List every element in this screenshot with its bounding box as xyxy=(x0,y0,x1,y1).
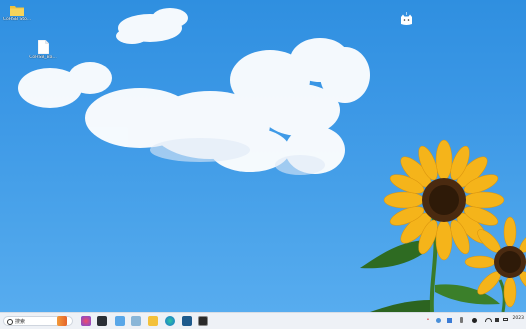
search-placeholder: 搜索 xyxy=(15,319,26,325)
desktop-icon-label: CoHSB Sto... xyxy=(2,17,32,22)
taskbar-snipping-icon[interactable] xyxy=(131,316,141,326)
search-icon xyxy=(7,319,13,325)
desktop-file-shortcut[interactable]: CoHSB_Ba... xyxy=(26,40,60,60)
tray-cloud-icon[interactable] xyxy=(436,318,441,323)
taskbar-terminal-icon[interactable] xyxy=(198,316,208,326)
tray-app-icon[interactable] xyxy=(447,318,452,323)
taskbar-app-icon[interactable] xyxy=(115,316,125,326)
tray-microphone-icon[interactable] xyxy=(460,317,463,323)
taskbar-app-icon-2[interactable] xyxy=(182,316,192,326)
file-icon xyxy=(37,40,49,54)
wifi-icon[interactable] xyxy=(485,318,492,322)
tray-notification-icon[interactable]: • xyxy=(425,317,431,324)
tray-app-icon-2[interactable] xyxy=(472,318,477,323)
taskbar-edge-icon[interactable] xyxy=(165,316,175,326)
desktop-pet-cat-icon[interactable] xyxy=(400,12,413,26)
wallpaper-sky-sunflowers xyxy=(18,8,526,312)
desktop-icon-label: CoHSB_Ba... xyxy=(29,55,57,60)
clock-time: 2023 xyxy=(512,316,524,321)
volume-icon[interactable] xyxy=(495,318,499,322)
desktop-folder-shortcut[interactable]: CoHSB Sto... xyxy=(0,4,34,22)
taskbar-copilot-icon[interactable] xyxy=(81,316,91,326)
desktop: CoHSB Sto... CoHSB_Ba... xyxy=(0,0,526,312)
battery-icon[interactable] xyxy=(503,318,508,321)
taskbar: 搜索 • 2023 xyxy=(0,312,526,329)
taskbar-widgets-icon[interactable] xyxy=(57,316,67,326)
taskbar-file-explorer-icon[interactable] xyxy=(148,316,158,326)
taskbar-clock[interactable]: 2023 xyxy=(513,316,524,321)
folder-icon xyxy=(10,6,24,16)
taskbar-task-view-icon[interactable] xyxy=(97,316,107,326)
